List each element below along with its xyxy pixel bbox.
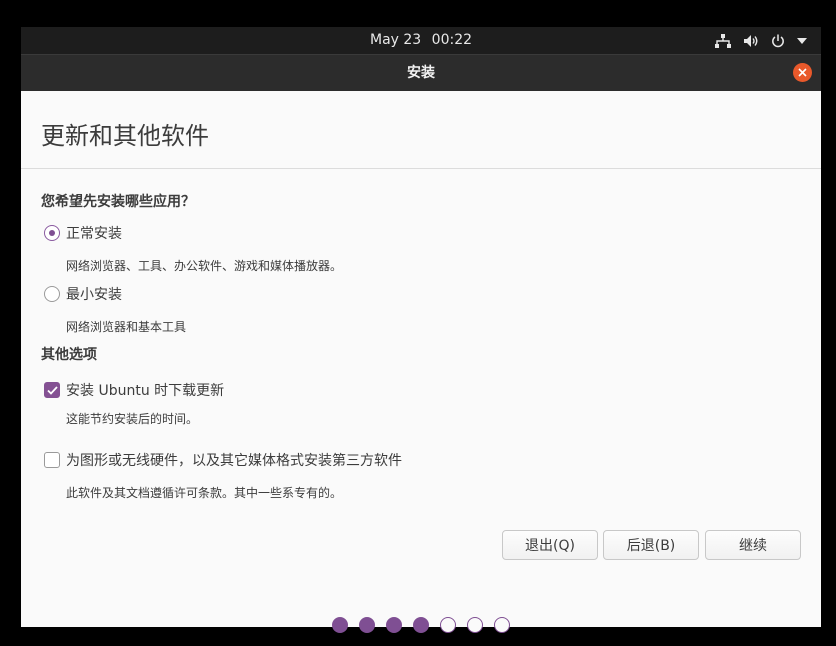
- network-icon[interactable]: [715, 33, 731, 48]
- clock-date: May 23: [369, 32, 422, 48]
- clock[interactable]: May 23 00:22: [21, 27, 821, 54]
- title-bar[interactable]: 安装: [21, 54, 821, 91]
- progress-dot-pending: [440, 617, 456, 633]
- minimal-install-label: 最小安装: [66, 287, 122, 303]
- divider: [21, 168, 821, 169]
- close-icon: [798, 68, 807, 77]
- download-updates-desc: 这能节约安装后的时间。: [66, 412, 199, 426]
- third-party-checkbox[interactable]: 为图形或无线硬件，以及其它媒体格式安装第三方软件: [44, 450, 402, 470]
- minimal-install-desc: 网络浏览器和基本工具: [66, 320, 187, 334]
- third-party-label: 为图形或无线硬件，以及其它媒体格式安装第三方软件: [66, 453, 402, 469]
- power-icon[interactable]: [771, 34, 785, 48]
- system-tray[interactable]: [715, 27, 807, 54]
- apps-section-heading: 您希望先安装哪些应用？: [41, 194, 195, 210]
- clock-time: 00:22: [431, 32, 473, 48]
- menu-arrow-icon[interactable]: [797, 37, 807, 44]
- window-title: 安装: [407, 65, 435, 81]
- radio-unselected-indicator[interactable]: [44, 286, 60, 302]
- download-updates-checkbox[interactable]: 安装 Ubuntu 时下载更新: [44, 380, 224, 400]
- continue-button[interactable]: 继续: [705, 530, 801, 560]
- checkbox-checked-indicator[interactable]: [44, 382, 60, 398]
- checkbox-unchecked-indicator[interactable]: [44, 452, 60, 468]
- normal-install-radio[interactable]: 正常安装: [44, 223, 122, 243]
- progress-dot-complete: [386, 617, 402, 633]
- radio-selected-indicator[interactable]: [44, 225, 60, 241]
- checkmark-icon: [46, 385, 58, 395]
- normal-install-label: 正常安装: [66, 226, 122, 242]
- minimal-install-radio[interactable]: 最小安装: [44, 284, 122, 304]
- progress-dot-complete: [359, 617, 375, 633]
- progress-dot-complete: [413, 617, 429, 633]
- progress-dot-pending: [494, 617, 510, 633]
- progress-dot-pending: [467, 617, 483, 633]
- page-title: 更新和其他软件: [41, 122, 209, 150]
- top-bar: May 23 00:22: [21, 27, 821, 54]
- installer-window: 安装 更新和其他软件 您希望先安装哪些应用？ 正常安装 网络浏览器、工具、办公软…: [21, 54, 821, 633]
- screen: May 23 00:22 安装 更新和其他软件 您希望先安装哪些应用？ 正常安装…: [0, 0, 836, 646]
- progress-dots: [332, 617, 510, 633]
- other-section-heading: 其他选项: [41, 347, 97, 363]
- normal-install-desc: 网络浏览器、工具、办公软件、游戏和媒体播放器。: [66, 259, 343, 273]
- progress-dot-complete: [332, 617, 348, 633]
- third-party-desc: 此软件及其文档遵循许可条款。其中一些系专有的。: [66, 486, 343, 500]
- download-updates-label: 安装 Ubuntu 时下载更新: [66, 383, 225, 399]
- volume-icon[interactable]: [743, 34, 759, 48]
- quit-button[interactable]: 退出(Q): [502, 530, 598, 560]
- back-button[interactable]: 后退(B): [603, 530, 699, 560]
- close-button[interactable]: [793, 63, 812, 82]
